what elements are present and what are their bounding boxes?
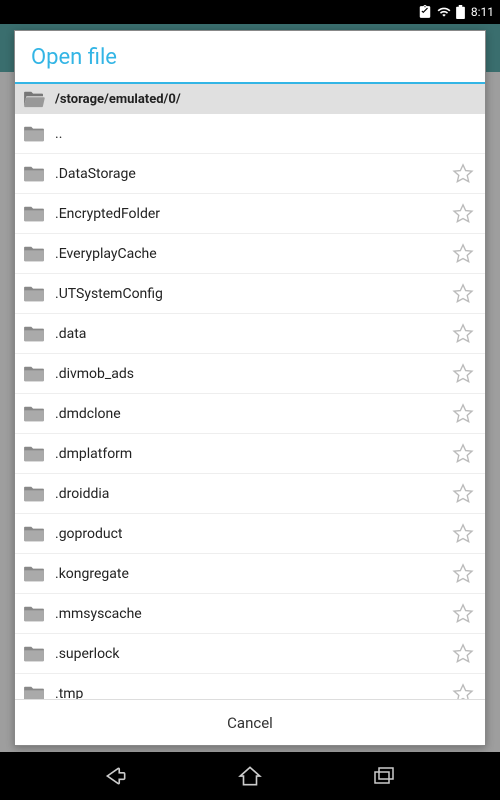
open-file-dialog: Open file /storage/emulated/0/ .. .DataSt… <box>14 30 486 746</box>
folder-icon <box>23 285 45 303</box>
favorite-star-button[interactable] <box>449 520 477 548</box>
folder-icon <box>23 205 45 223</box>
folder-row[interactable]: .dmdclone <box>15 394 485 434</box>
favorite-star-button[interactable] <box>449 640 477 668</box>
nav-home-button[interactable] <box>232 758 268 794</box>
folder-row[interactable]: .dmplatform <box>15 434 485 474</box>
folder-name: .mmsyscache <box>55 606 449 622</box>
folder-icon <box>23 485 45 503</box>
folder-name: .goproduct <box>55 526 449 542</box>
favorite-star-button[interactable] <box>449 360 477 388</box>
folder-icon <box>23 325 45 343</box>
cancel-button[interactable]: Cancel <box>15 699 485 745</box>
dialog-title: Open file <box>15 31 485 82</box>
folder-row[interactable]: .goproduct <box>15 514 485 554</box>
folder-name: .UTSystemConfig <box>55 286 449 302</box>
folder-name: .dmdclone <box>55 406 449 422</box>
favorite-star-button[interactable] <box>449 480 477 508</box>
folder-row[interactable]: .droiddia <box>15 474 485 514</box>
folder-row[interactable]: .tmp <box>15 674 485 699</box>
folder-list[interactable]: .. .DataStorage .EncryptedFolder .Everyplay… <box>15 114 485 699</box>
folder-row[interactable]: .EveryplayCache <box>15 234 485 274</box>
folder-row[interactable]: .mmsyscache <box>15 594 485 634</box>
folder-name: .kongregate <box>55 566 449 582</box>
nav-back-button[interactable] <box>98 758 134 794</box>
folder-icon <box>23 645 45 663</box>
wifi-icon <box>436 5 452 19</box>
folder-row[interactable]: .data <box>15 314 485 354</box>
folder-open-icon <box>23 90 45 108</box>
current-path-row[interactable]: /storage/emulated/0/ <box>15 84 485 114</box>
folder-icon <box>23 685 45 700</box>
favorite-star-button[interactable] <box>449 600 477 628</box>
favorite-star-button[interactable] <box>449 160 477 188</box>
favorite-star-button[interactable] <box>449 240 477 268</box>
current-path-text: /storage/emulated/0/ <box>55 92 181 107</box>
folder-name: .tmp <box>55 686 449 700</box>
folder-name: .superlock <box>55 646 449 662</box>
folder-row[interactable]: .UTSystemConfig <box>15 274 485 314</box>
folder-row[interactable]: .EncryptedFolder <box>15 194 485 234</box>
folder-icon <box>23 125 45 143</box>
folder-name: .divmob_ads <box>55 366 449 382</box>
favorite-star-button[interactable] <box>449 400 477 428</box>
status-time: 8:11 <box>471 5 494 19</box>
favorite-star-button[interactable] <box>449 200 477 228</box>
folder-name: .EncryptedFolder <box>55 206 449 222</box>
folder-row[interactable]: .. <box>15 114 485 154</box>
folder-icon <box>23 565 45 583</box>
folder-name: .DataStorage <box>55 166 449 182</box>
folder-row[interactable]: .DataStorage <box>15 154 485 194</box>
folder-name: .droiddia <box>55 486 449 502</box>
folder-icon <box>23 405 45 423</box>
folder-row[interactable]: .kongregate <box>15 554 485 594</box>
folder-icon <box>23 445 45 463</box>
battery-icon <box>456 5 465 19</box>
folder-icon <box>23 245 45 263</box>
android-status-bar: 8:11 <box>0 0 500 24</box>
favorite-star-button[interactable] <box>449 440 477 468</box>
favorite-star-button[interactable] <box>449 560 477 588</box>
android-nav-bar <box>0 752 500 800</box>
folder-icon <box>23 605 45 623</box>
clipboard-icon <box>418 5 432 19</box>
favorite-star-button[interactable] <box>449 320 477 348</box>
folder-row[interactable]: .superlock <box>15 634 485 674</box>
folder-icon <box>23 525 45 543</box>
folder-icon <box>23 165 45 183</box>
folder-row[interactable]: .divmob_ads <box>15 354 485 394</box>
folder-name: .data <box>55 326 449 342</box>
folder-name: .dmplatform <box>55 446 449 462</box>
nav-recent-button[interactable] <box>366 758 402 794</box>
folder-name: .EveryplayCache <box>55 246 449 262</box>
folder-name: .. <box>55 126 477 142</box>
favorite-star-button[interactable] <box>449 280 477 308</box>
folder-icon <box>23 365 45 383</box>
favorite-star-button[interactable] <box>449 680 477 700</box>
